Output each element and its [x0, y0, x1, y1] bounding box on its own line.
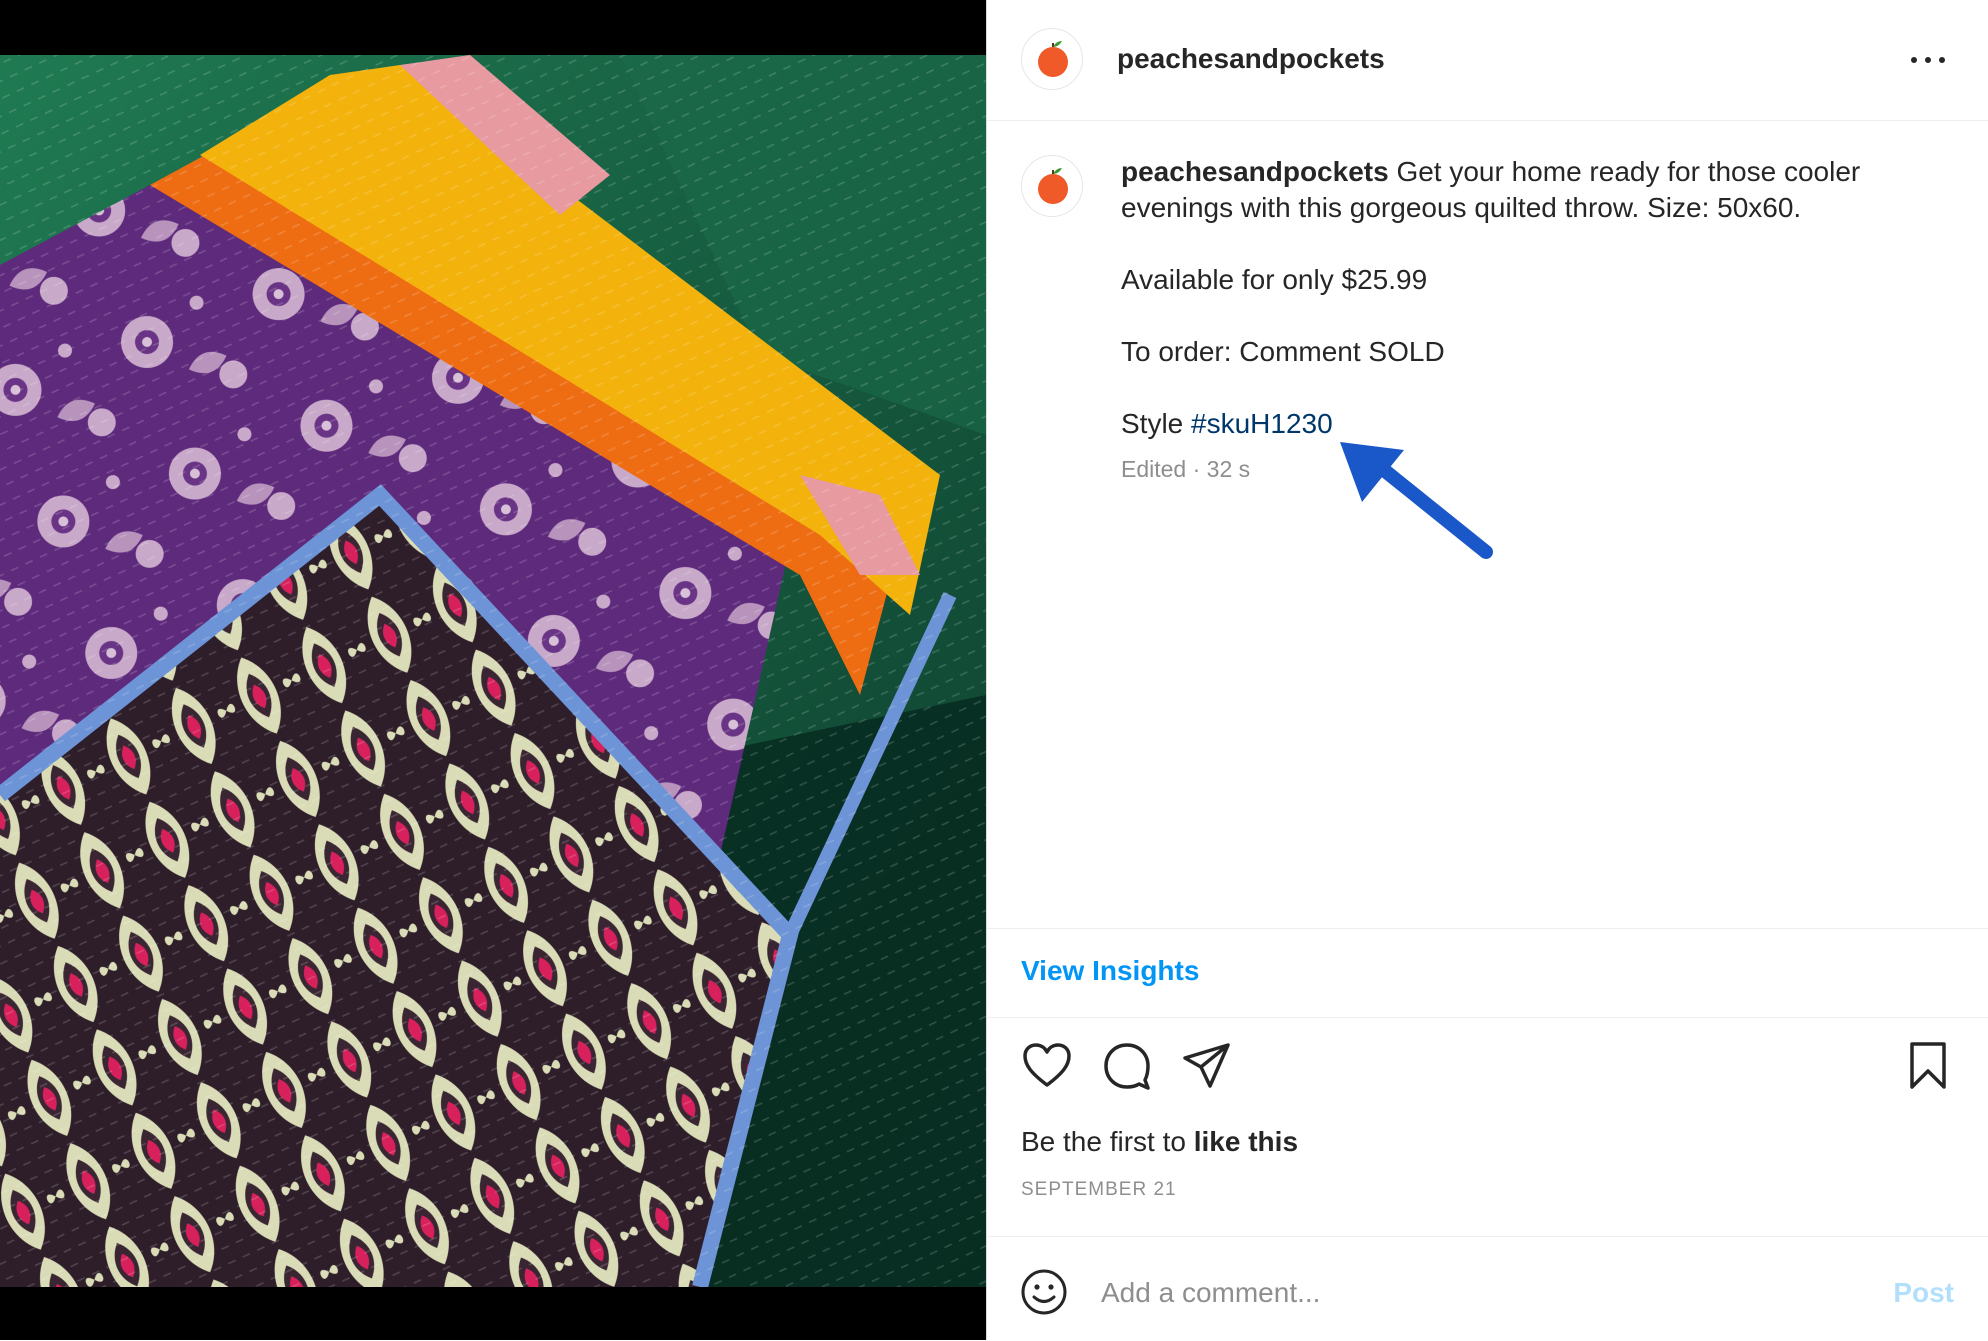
post-header: peachesandpockets	[987, 0, 1988, 121]
more-options-icon[interactable]	[1908, 44, 1948, 74]
comment-bubble-icon[interactable]	[1101, 1040, 1153, 1092]
like-this-link[interactable]: like this	[1194, 1126, 1298, 1157]
peach-logo-icon	[1038, 41, 1068, 77]
emoji-smiley-icon[interactable]	[1019, 1267, 1069, 1317]
bookmark-icon[interactable]	[1902, 1040, 1954, 1092]
caption-order-instructions: To order: Comment SOLD	[1121, 336, 1445, 367]
view-insights-button[interactable]: View Insights	[1021, 955, 1199, 987]
sku-hashtag-link[interactable]: #skuH1230	[1191, 408, 1333, 439]
heart-icon[interactable]	[1021, 1040, 1073, 1092]
likes-summary: Be the first to like this	[1021, 1126, 1299, 1157]
annotation-arrow-icon	[1340, 442, 1493, 559]
comment-bar: Post	[987, 1236, 1988, 1341]
post-actions	[987, 1040, 1988, 1100]
post-caption: peachesandpockets Get your home ready fo…	[1121, 154, 1921, 442]
post-media	[0, 0, 986, 1340]
caption-avatar[interactable]	[1021, 155, 1083, 217]
post-comment-button[interactable]: Post	[1893, 1277, 1954, 1309]
post-username[interactable]: peachesandpockets	[1117, 43, 1385, 75]
caption-username[interactable]: peachesandpockets	[1121, 156, 1389, 187]
insights-bar: View Insights	[987, 928, 1988, 1018]
post-details-panel: peachesandpockets peachesandpockets Get …	[986, 0, 1988, 1340]
peach-logo-icon	[1038, 168, 1068, 204]
caption-price: Available for only $25.99	[1121, 264, 1428, 295]
post-date: SEPTEMBER 21	[1021, 1179, 1177, 1200]
comment-input[interactable]	[1099, 1267, 1803, 1319]
post-edited-timestamp: Edited · 32 s	[1121, 456, 1251, 482]
avatar[interactable]	[1021, 28, 1083, 90]
caption-style-label: Style	[1121, 408, 1192, 439]
paper-plane-icon[interactable]	[1181, 1040, 1233, 1092]
post-photo-quilt[interactable]	[0, 55, 986, 1287]
